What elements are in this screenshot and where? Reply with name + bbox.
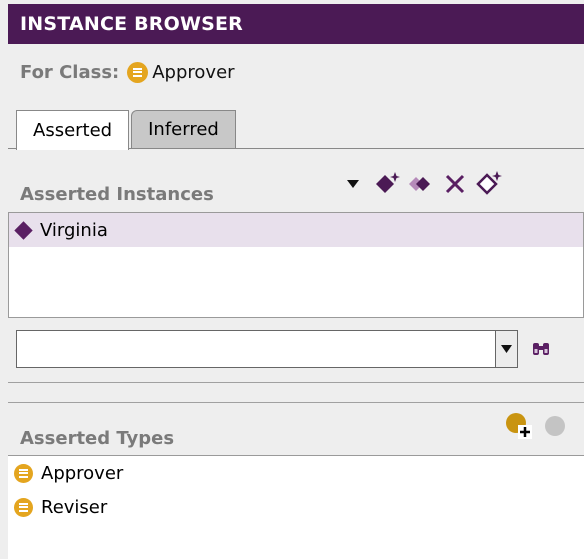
instances-toolbar — [336, 170, 506, 198]
types-toolbar — [502, 412, 570, 440]
type-row-reviser[interactable]: Reviser — [8, 490, 584, 524]
remove-type-icon[interactable] — [536, 412, 570, 440]
tab-strip: Asserted Inferred — [16, 110, 236, 150]
instance-row[interactable]: Virginia — [9, 213, 583, 247]
dropdown-arrow-icon[interactable] — [336, 170, 370, 198]
class-icon — [14, 463, 33, 483]
instance-more-icon[interactable] — [472, 170, 506, 198]
instance-search-input[interactable] — [16, 330, 496, 368]
panel-title: INSTANCE BROWSER — [8, 4, 584, 44]
instance-label: Virginia — [40, 219, 108, 241]
types-list: Approver Reviser — [8, 455, 584, 559]
add-type-icon[interactable] — [502, 412, 536, 440]
delete-instance-icon[interactable] — [438, 170, 472, 198]
type-label: Approver — [41, 462, 124, 484]
search-dropdown-button[interactable] — [496, 330, 518, 368]
for-class-row: For Class: Approver — [20, 58, 235, 86]
tab-asserted[interactable]: Asserted — [16, 110, 130, 150]
binoculars-icon[interactable] — [524, 335, 558, 363]
search-row — [16, 330, 558, 368]
for-class-label: For Class: — [20, 61, 120, 83]
instances-list: Virginia — [8, 212, 584, 318]
asserted-instances-label: Asserted Instances — [20, 184, 214, 205]
tab-inferred[interactable]: Inferred — [131, 110, 236, 148]
asserted-types-label: Asserted Types — [20, 428, 175, 449]
instance-browser-panel: INSTANCE BROWSER For Class: Approver Ass… — [0, 0, 584, 559]
type-row-approver[interactable]: Approver — [8, 456, 584, 490]
section-divider — [8, 382, 584, 383]
for-class-value: Approver — [152, 61, 235, 83]
create-instance-icon[interactable] — [370, 170, 404, 198]
class-icon — [14, 497, 33, 517]
class-icon — [127, 61, 149, 83]
instance-diamond-icon — [14, 220, 33, 240]
section-divider — [8, 402, 584, 403]
copy-instance-icon[interactable] — [404, 170, 438, 198]
type-label: Reviser — [41, 496, 108, 518]
